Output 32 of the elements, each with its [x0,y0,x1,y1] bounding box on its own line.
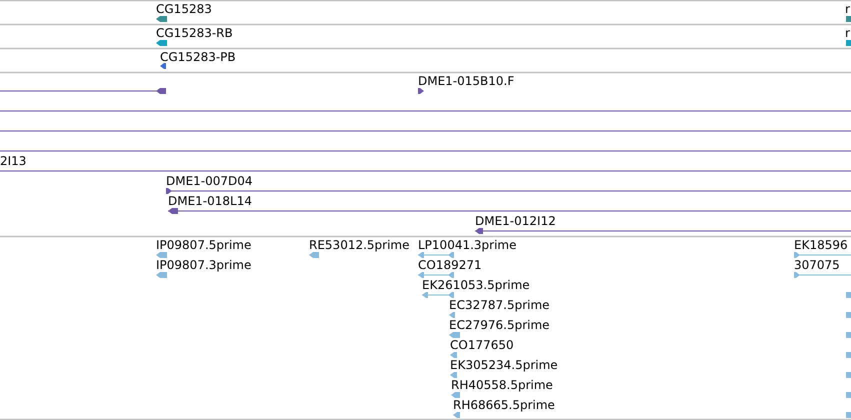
feature-label: DME1-015B10.F [418,74,514,88]
feature-label: DME1-007D04 [166,174,253,188]
feature-label: LP10041.3prime [418,238,517,252]
feature-glyph[interactable] [475,228,851,234]
feature-label: DME1-012I12 [475,214,556,228]
feature-label: CG15283 [156,2,212,16]
feature-label: EK18596 [794,238,848,252]
feature-label: 307075 [794,258,840,272]
feature-glyph[interactable] [156,16,167,22]
feature-glyph[interactable] [160,63,166,69]
feature-glyph[interactable] [156,40,167,46]
feature-label: RH40558.5prime [451,378,553,392]
feature-label: CO177650 [450,338,514,352]
feature-label: 2I13 [0,154,26,168]
feature-label: CG15283-RB [156,26,233,40]
feature-label: CO189271 [418,258,482,272]
feature-glyph[interactable] [168,208,851,214]
feature-label: EK261053.5prime [422,278,530,292]
feature-glyph[interactable] [0,88,166,94]
feature-label: IP09807.3prime [156,258,252,272]
feature-glyph[interactable] [166,188,851,194]
feature-glyph[interactable] [418,88,424,94]
feature-label: RE53012.5prime [309,238,410,252]
feature-label: RH68665.5prime [453,398,555,412]
feature-label: EC27976.5prime [449,318,550,332]
feature-label: r [845,26,850,40]
feature-label: EC32787.5prime [449,298,550,312]
feature-label: IP09807.5prime [156,238,252,252]
feature-label: DME1-018L14 [168,194,252,208]
feature-label: r [845,2,850,16]
feature-label: CG15283-PB [160,50,236,64]
feature-label: EK305234.5prime [450,358,558,372]
